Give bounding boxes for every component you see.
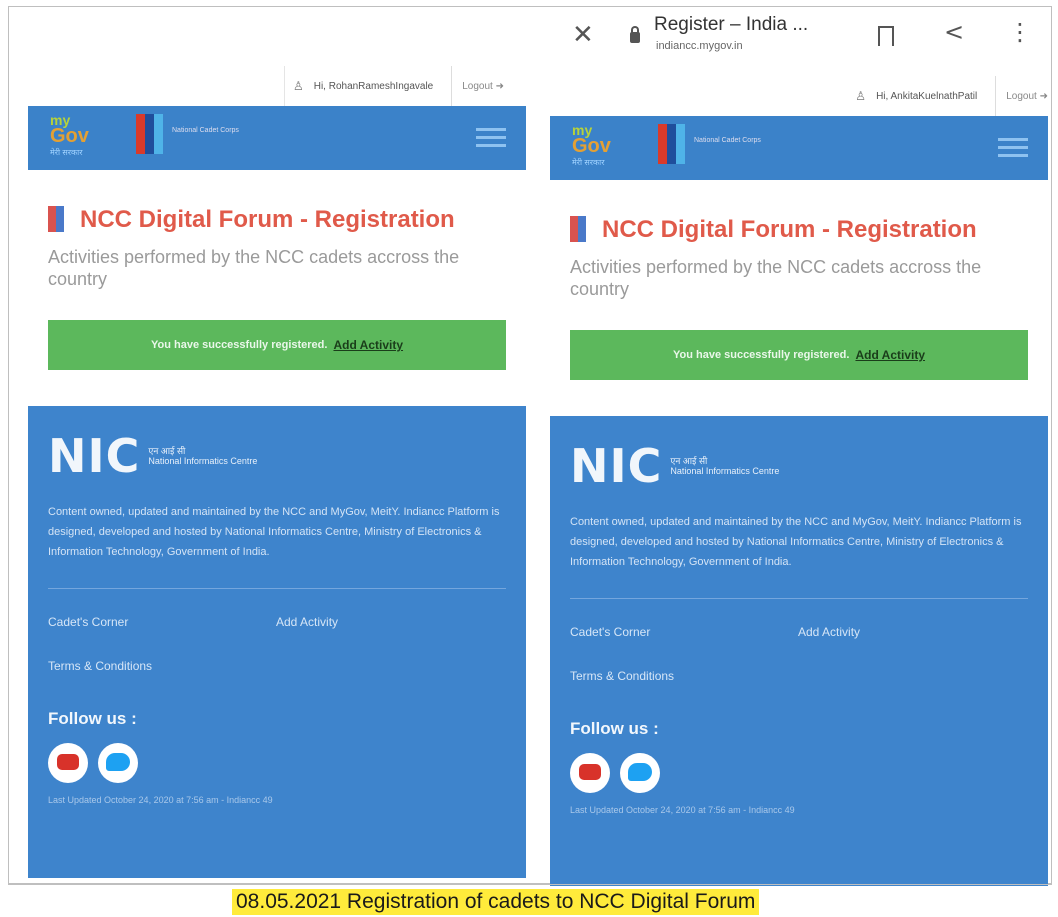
ncc-logo (136, 114, 164, 158)
user-icon: ♙ (855, 89, 867, 103)
user-info: ♙ Hi, RohanRameshIngavale Logout ➜ (283, 66, 504, 106)
user-info: ♙ Hi, AnkitaKuelnathPatil Logout ➜ (855, 76, 1048, 116)
user-icon: ♙ (292, 79, 304, 93)
nic-mark: NIC (570, 439, 663, 493)
footer-description: Content owned, updated and maintained by… (48, 506, 500, 558)
success-banner: You have successfully registered. Add Ac… (48, 320, 506, 370)
bookmark-icon[interactable] (878, 26, 894, 46)
footer-link-add-activity[interactable]: Add Activity (798, 625, 998, 639)
user-bar: ♙ Hi, AnkitaKuelnathPatil Logout ➜ (550, 76, 1048, 116)
top-navbar: my Gov मेरी सरकार National Cadet Corps (550, 116, 1048, 180)
nic-mark: NIC (48, 429, 141, 483)
footer-link-terms[interactable]: Terms & Conditions (570, 669, 798, 683)
nic-logo-text: एन आई सी National Informatics Centre (148, 446, 257, 466)
logout-link[interactable]: Logout ➜ (451, 66, 504, 106)
page-title: NCC Digital Forum - Registration (602, 216, 977, 243)
screen-right: ♙ Hi, AnkitaKuelnathPatil Logout ➜ my Go… (550, 76, 1048, 886)
nic-hindi: एन आई सी (670, 456, 708, 466)
top-navbar: my Gov मेरी सरकार National Cadet Corps (28, 106, 526, 170)
logo-tagline: मेरी सरकार (50, 148, 83, 157)
footer-link-terms[interactable]: Terms & Conditions (48, 659, 276, 673)
logout-label[interactable]: Logout (1006, 91, 1037, 102)
footer-divider (48, 588, 506, 589)
browser-toolbar: ✕ Register – India ... indiancc.mygov.in… (560, 12, 1045, 62)
share-icon[interactable]: < (944, 18, 964, 46)
add-activity-link[interactable]: Add Activity (333, 338, 403, 352)
twitter-icon[interactable] (620, 753, 660, 793)
logo-gov: Gov (572, 135, 611, 157)
nic-logo[interactable]: NIC एन आई सी National Informatics Centre (570, 442, 1028, 490)
mygov-logo[interactable]: my Gov मेरी सरकार (572, 123, 611, 169)
youtube-icon[interactable] (48, 743, 88, 783)
add-activity-link[interactable]: Add Activity (855, 348, 925, 362)
logo-gov: Gov (50, 125, 89, 147)
more-menu-icon[interactable]: ⋮ (1008, 18, 1032, 46)
youtube-icon[interactable] (570, 753, 610, 793)
nic-logo[interactable]: NIC एन आई सी National Informatics Centre (48, 432, 506, 480)
footer-links: Cadet's Corner Add Activity Terms & Cond… (48, 615, 506, 673)
ncc-name: National Cadet Corps (694, 137, 761, 144)
user-bar: ♙ Hi, RohanRameshIngavale Logout ➜ (28, 66, 526, 106)
social-links (48, 743, 506, 783)
success-banner: You have successfully registered. Add Ac… (570, 330, 1028, 380)
success-message: You have successfully registered. (672, 349, 850, 361)
twitter-icon[interactable] (98, 743, 138, 783)
footer-link-cadets-corner[interactable]: Cadet's Corner (48, 615, 276, 629)
social-links (570, 753, 1028, 793)
footer-description: Content owned, updated and maintained by… (570, 516, 1022, 568)
last-updated: Last Updated October 24, 2020 at 7:56 am… (570, 805, 795, 815)
footer-links: Cadet's Corner Add Activity Terms & Cond… (570, 625, 1028, 683)
ncc-flag-icon (570, 216, 586, 242)
page-subtitle: Activities performed by the NCC cadets a… (570, 257, 982, 299)
ncc-name: National Cadet Corps (172, 127, 239, 134)
lock-icon (630, 26, 640, 43)
user-name: Hi, RohanRameshIngavale (313, 80, 434, 92)
ncc-logo (658, 124, 686, 168)
page-header: NCC Digital Forum - Registration Activit… (550, 180, 1048, 300)
logo-tagline: मेरी सरकार (572, 158, 605, 167)
caption-divider (8, 884, 1052, 885)
nic-hindi: एन आई सी (148, 446, 186, 456)
page-subtitle: Activities performed by the NCC cadets a… (48, 247, 460, 289)
logout-label[interactable]: Logout (462, 81, 493, 92)
browser-page-title: Register – India ... (654, 14, 809, 35)
footer-link-add-activity[interactable]: Add Activity (276, 615, 476, 629)
nic-name: National Informatics Centre (148, 456, 258, 466)
page-title: NCC Digital Forum - Registration (80, 206, 455, 233)
nic-logo-text: एन आई सी National Informatics Centre (670, 456, 779, 476)
nic-name: National Informatics Centre (670, 466, 780, 476)
close-icon[interactable]: ✕ (572, 20, 594, 50)
footer-link-cadets-corner[interactable]: Cadet's Corner (570, 625, 798, 639)
mygov-logo[interactable]: my Gov मेरी सरकार (50, 113, 89, 159)
logout-link[interactable]: Logout ➜ (995, 76, 1048, 116)
success-message: You have successfully registered. (150, 339, 328, 351)
hamburger-menu-icon[interactable] (998, 138, 1028, 162)
follow-us-heading: Follow us : (570, 719, 659, 738)
browser-url[interactable]: indiancc.mygov.in (656, 40, 743, 52)
last-updated: Last Updated October 24, 2020 at 7:56 am… (48, 795, 273, 805)
screen-left: ♙ Hi, RohanRameshIngavale Logout ➜ my Go… (28, 66, 526, 878)
user-name: Hi, AnkitaKuelnathPatil (876, 90, 978, 102)
footer: NIC एन आई सी National Informatics Centre… (550, 416, 1048, 886)
page-header: NCC Digital Forum - Registration Activit… (28, 170, 526, 290)
caption: 08.05.2021 Registration of cadets to NCC… (232, 889, 760, 915)
hamburger-menu-icon[interactable] (476, 128, 506, 152)
follow-us-heading: Follow us : (48, 709, 137, 728)
footer-divider (570, 598, 1028, 599)
ncc-flag-icon (48, 206, 64, 232)
footer: NIC एन आई सी National Informatics Centre… (28, 406, 526, 878)
